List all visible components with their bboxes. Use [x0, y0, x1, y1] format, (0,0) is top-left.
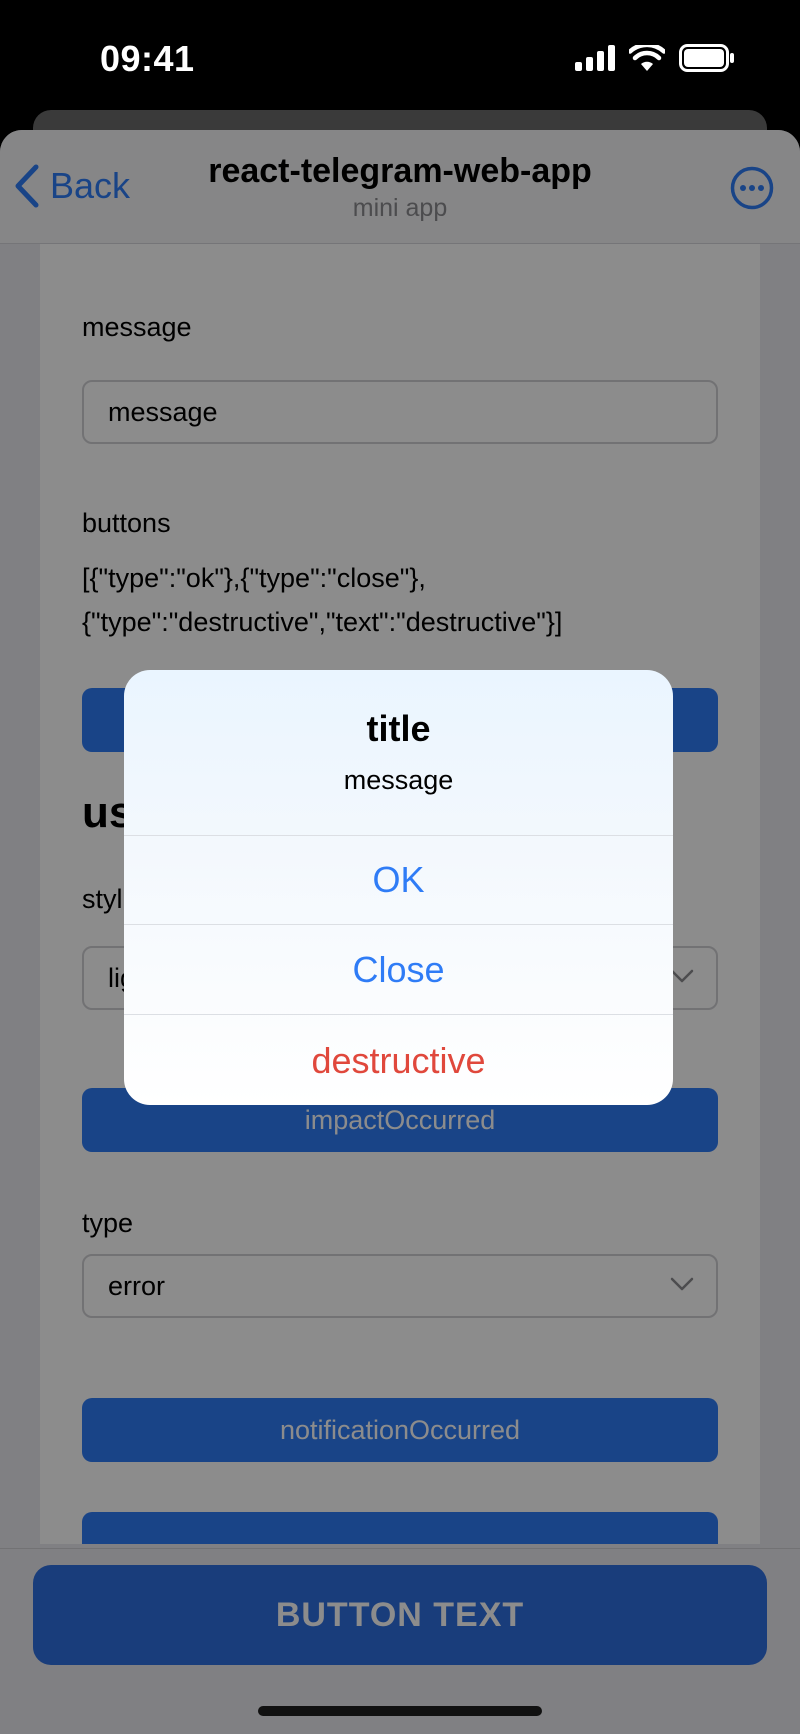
status-bar: 09:41 [0, 0, 800, 110]
message-input[interactable]: message [82, 380, 718, 444]
type-label: type [82, 1208, 134, 1238]
message-label: message [82, 312, 192, 342]
cellular-signal-icon [575, 45, 615, 71]
status-time: 09:41 [100, 38, 195, 79]
chevron-down-icon [670, 1277, 694, 1291]
page-title: react-telegram-web-app [208, 152, 592, 190]
notification-occurred-button[interactable]: notificationOccurred [82, 1398, 718, 1462]
popup-close-button[interactable]: Close [124, 926, 673, 1015]
buttons-json-text: [{"type":"ok"},{"type":"close"}, {"type"… [82, 563, 563, 637]
type-select[interactable]: error [82, 1254, 718, 1318]
type-select-value: error [108, 1270, 166, 1301]
popup-destructive-button[interactable]: destructive [124, 1016, 673, 1105]
nav-bar: Back react-telegram-web-app mini app [0, 130, 800, 244]
chevron-down-icon [670, 969, 694, 983]
popup-message: message [343, 765, 454, 795]
popup-dialog: title message OK Close destructive [124, 670, 673, 1105]
popup-header: title message [124, 670, 673, 836]
next-action-button[interactable] [82, 1512, 718, 1544]
battery-icon [679, 44, 734, 72]
wifi-icon [629, 45, 665, 71]
status-icons [575, 44, 735, 72]
popup-title: title [366, 708, 431, 749]
page-subtitle: mini app [352, 194, 448, 222]
more-options-icon[interactable] [730, 166, 774, 210]
style-label: styl [82, 884, 123, 914]
home-indicator [258, 1706, 542, 1716]
main-button[interactable]: BUTTON TEXT [33, 1565, 767, 1665]
buttons-label: buttons [82, 508, 171, 538]
popup-ok-button[interactable]: OK [124, 836, 673, 925]
